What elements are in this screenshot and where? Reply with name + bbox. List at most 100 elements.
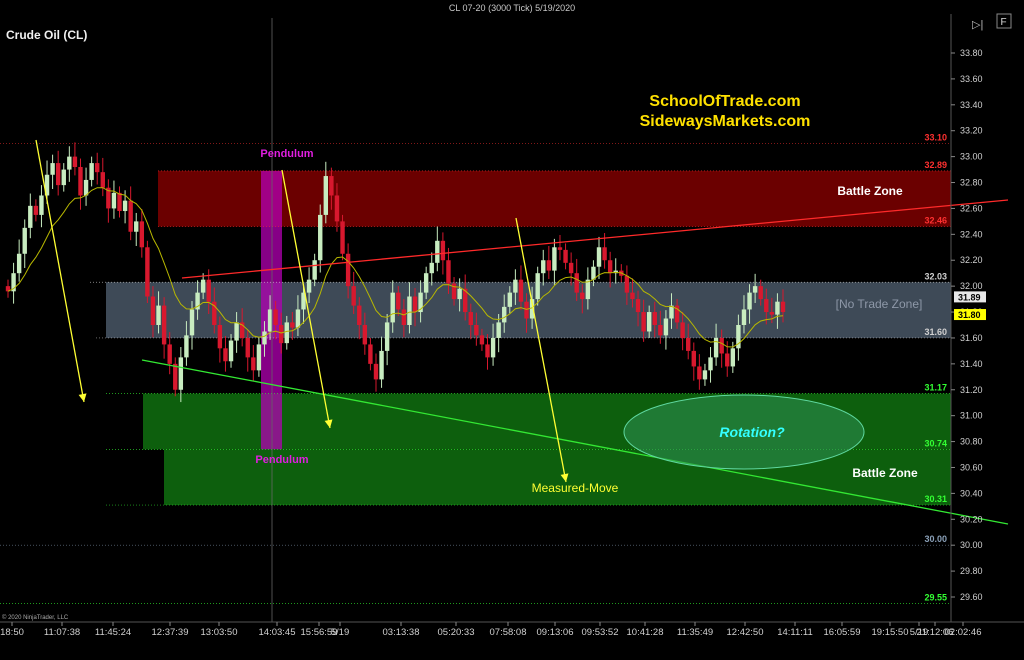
candle-up [156, 305, 161, 325]
candle-down [641, 312, 646, 332]
x-tick-label: 12:42:50 [727, 627, 764, 638]
candle-up [435, 240, 440, 263]
x-tick-label: 09:13:06 [537, 627, 574, 638]
candle-up [228, 340, 234, 362]
candle-up [184, 335, 189, 358]
candle-down [635, 299, 641, 313]
candle-up [61, 169, 66, 186]
x-tick-label: 5/19 [331, 627, 350, 638]
candle-down [279, 325, 284, 344]
y-tick-label: 31.40 [960, 359, 983, 369]
candle-up [730, 348, 736, 367]
candle-down [769, 312, 775, 315]
brand-line1: SchoolOfTrade.com [649, 93, 800, 110]
y-tick-label: 33.40 [960, 100, 983, 110]
candle-down [524, 301, 529, 319]
candle-up [390, 292, 395, 323]
candle-up [39, 195, 44, 215]
copyright: © 2020 NinjaTrader, LLC [2, 614, 69, 621]
battle-zone-bottom-label: Battle Zone [852, 466, 918, 480]
candle-up [502, 306, 507, 323]
candle-down [764, 299, 769, 313]
y-tick-label: 31.00 [960, 411, 983, 421]
play-forward-icon[interactable]: ▷| [972, 19, 983, 31]
candle-down [100, 172, 105, 188]
candle-down [329, 176, 334, 196]
y-tick-label: 29.60 [960, 592, 983, 602]
candle-down [173, 363, 178, 390]
candle-up [663, 318, 669, 336]
candle-down [412, 296, 418, 313]
candle-down [557, 247, 563, 250]
candle-up [496, 322, 501, 338]
candle-down [373, 363, 379, 380]
candle-down [145, 247, 150, 297]
y-tick-label: 29.80 [960, 566, 983, 576]
candle-up [178, 357, 184, 390]
price-level-label: 32.03 [924, 271, 947, 281]
instrument-name: Crude Oil (CL) [6, 28, 87, 42]
candle-up [256, 344, 262, 371]
candle-up [83, 179, 89, 196]
candle-up [262, 331, 267, 345]
candle-up [267, 309, 273, 332]
price-level-label: 30.74 [924, 438, 947, 448]
y-tick-label: 30.80 [960, 437, 983, 447]
candle-down [546, 260, 552, 271]
candle-down [117, 192, 122, 212]
x-tick-label: 05:20:33 [438, 627, 475, 638]
y-tick-label: 32.80 [960, 178, 983, 188]
candle-up [384, 322, 390, 351]
candle-up [312, 260, 317, 280]
candle-down [161, 305, 167, 345]
candle-down [658, 325, 663, 336]
price-level-label: 32.46 [924, 216, 947, 226]
y-tick-label: 30.40 [960, 488, 983, 498]
candle-up [407, 296, 412, 325]
candle-down [33, 205, 39, 215]
x-tick-label: 03:13:38 [383, 627, 420, 638]
candle-up [67, 156, 72, 170]
candle-up [50, 163, 55, 175]
candle-down [139, 221, 145, 248]
x-tick-label: 11:07:38 [44, 627, 80, 638]
candle-up [16, 253, 22, 274]
candle-down [607, 260, 613, 274]
candle-down [624, 275, 630, 293]
candle-up [646, 312, 652, 332]
candle-down [357, 305, 362, 325]
candle-up [507, 292, 512, 307]
candle-down [758, 286, 763, 300]
candle-down [95, 163, 100, 173]
candle-down [780, 301, 786, 313]
candle-down [652, 312, 657, 325]
candle-down [368, 344, 373, 364]
no-trade-zone-label: [No Trade Zone] [836, 297, 923, 311]
candle-down [290, 322, 295, 328]
candle-down [440, 240, 446, 261]
candle-up [535, 273, 540, 300]
price-level-label: 31.60 [924, 327, 947, 337]
candle-up [490, 337, 496, 358]
candle-down [719, 337, 724, 354]
candle-down [580, 292, 585, 300]
candle-down [474, 325, 479, 336]
candle-down [479, 335, 485, 345]
candle-up [323, 176, 329, 215]
x-tick-label: 12:37:39 [152, 627, 189, 638]
candle-up [708, 357, 713, 371]
x-tick-label: 10:41:28 [627, 627, 664, 638]
candle-up [585, 279, 591, 300]
candle-down [245, 337, 250, 358]
candle-up [702, 370, 708, 380]
candle-down [251, 357, 256, 371]
candle-up [541, 260, 546, 274]
candle-down [602, 247, 607, 261]
candle-up [306, 279, 312, 293]
candle-up [200, 279, 206, 293]
price-chart[interactable]: CL 07-20 (3000 Tick) 5/19/2020 ▷| F Crud… [0, 0, 1024, 660]
candle-up [189, 309, 195, 336]
y-tick-label: 31.20 [960, 385, 983, 395]
candle-up [775, 301, 780, 315]
pendulum-bottom-label: Pendulum [255, 454, 308, 466]
